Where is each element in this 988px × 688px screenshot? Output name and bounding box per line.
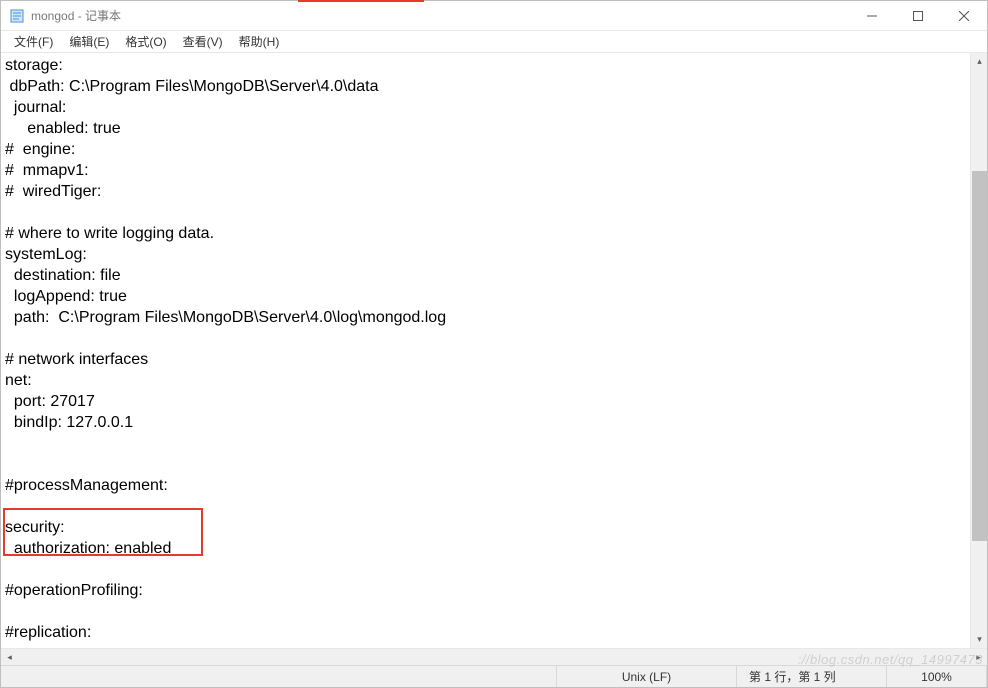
status-spacer — [1, 666, 557, 687]
window-title: mongod - 记事本 — [31, 7, 121, 24]
menu-help[interactable]: 帮助(H) — [232, 31, 287, 52]
titlebar: mongod - 记事本 — [1, 1, 987, 31]
notepad-icon — [9, 8, 25, 24]
minimize-button[interactable] — [849, 1, 895, 31]
maximize-button[interactable] — [895, 1, 941, 31]
hscroll-track[interactable] — [18, 649, 970, 665]
notepad-window: mongod - 记事本 文件(F) 编辑(E) 格式(O) 查看(V) 帮助(… — [0, 0, 988, 688]
text-editor[interactable]: storage: dbPath: C:\Program Files\MongoD… — [1, 53, 970, 648]
status-zoom: 100% — [887, 666, 987, 687]
scroll-down-button[interactable]: ▾ — [971, 631, 987, 648]
status-eol: Unix (LF) — [557, 666, 737, 687]
menu-edit[interactable]: 编辑(E) — [62, 31, 116, 52]
scroll-thumb[interactable] — [972, 171, 987, 541]
scroll-left-button[interactable]: ◂ — [1, 649, 18, 666]
close-button[interactable] — [941, 1, 987, 31]
menu-file[interactable]: 文件(F) — [7, 31, 60, 52]
menu-view[interactable]: 查看(V) — [176, 31, 230, 52]
menubar: 文件(F) 编辑(E) 格式(O) 查看(V) 帮助(H) — [1, 31, 987, 53]
horizontal-scrollbar[interactable]: ◂ ▸ — [1, 648, 987, 665]
menu-format[interactable]: 格式(O) — [118, 31, 173, 52]
statusbar: Unix (LF) 第 1 行，第 1 列 100% — [1, 665, 987, 687]
vertical-scrollbar[interactable]: ▴ ▾ — [970, 53, 987, 648]
accent-bar — [298, 0, 424, 2]
scroll-right-button[interactable]: ▸ — [970, 649, 987, 666]
status-position: 第 1 行，第 1 列 — [737, 666, 887, 687]
highlight-box — [3, 508, 203, 556]
content-area: storage: dbPath: C:\Program Files\MongoD… — [1, 53, 987, 648]
scroll-up-button[interactable]: ▴ — [971, 53, 987, 70]
